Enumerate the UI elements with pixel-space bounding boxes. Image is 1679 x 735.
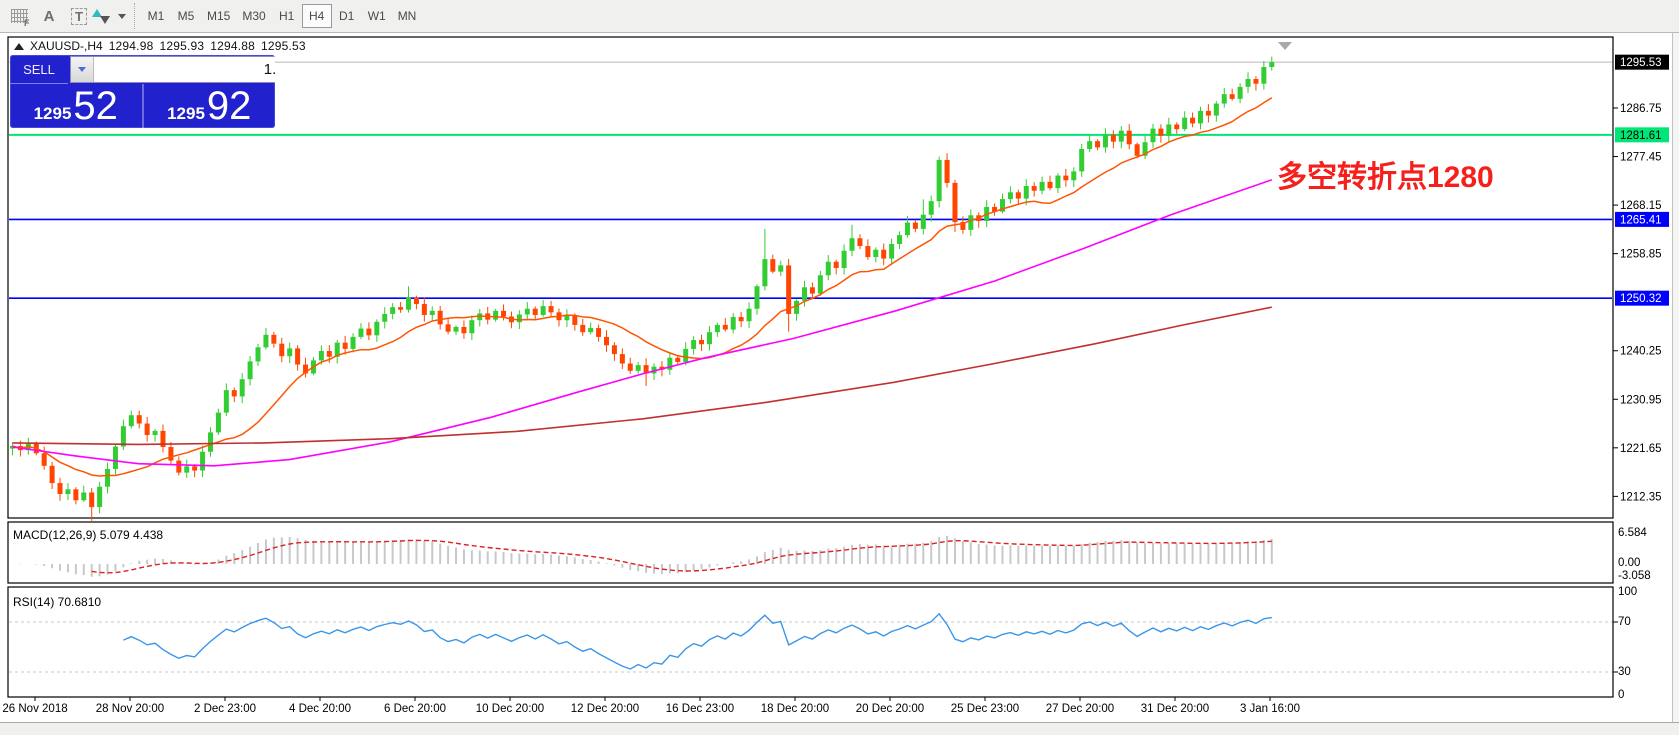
time-tick-label: 26 Nov 2018 xyxy=(2,703,67,715)
sell-price[interactable]: 1295 52 xyxy=(10,84,144,128)
tf-button-m5[interactable]: M5 xyxy=(171,4,201,28)
indicator-axis-label: 100 xyxy=(1618,586,1637,598)
level-price-badge-label: 1281.61 xyxy=(1620,130,1662,142)
symbol-timeframe-label: XAUUSD-,H4 xyxy=(30,39,103,53)
volume-input[interactable] xyxy=(94,57,275,82)
indicator-axis-label: 6.584 xyxy=(1618,527,1647,539)
price-tick-label: 1230.95 xyxy=(1620,394,1662,406)
chart-workspace: 1286.75 1277.45 1268.15 1258.85 1240.25 1230.… xyxy=(0,33,1679,735)
chart-canvas[interactable]: 1286.75 1277.45 1268.15 1258.85 1240.25 1230.… xyxy=(0,33,1679,735)
label-a-icon[interactable]: A xyxy=(34,3,64,29)
price-tick-label: 1240.25 xyxy=(1620,346,1662,358)
tf-button-d1[interactable]: D1 xyxy=(332,4,362,28)
price-tick-label: 1258.85 xyxy=(1620,249,1662,261)
buy-price-pips: 92 xyxy=(207,86,252,126)
price-tick-label: 1277.45 xyxy=(1620,152,1662,164)
indicator-axis: 6.584 0.00-3.058 100 70 30 0 xyxy=(1613,527,1651,701)
time-axis: 26 Nov 2018 28 Nov 20:00 2 Dec 23:00 4 Dec … xyxy=(2,697,1300,715)
tf-button-m30[interactable]: M30 xyxy=(236,4,271,28)
price-tick-label: 1268.15 xyxy=(1620,200,1662,212)
arrow-down-glyph xyxy=(100,16,110,24)
ohlc-open: 1294.98 xyxy=(109,39,154,53)
macd-label: MACD(12,26,9) 5.079 4.438 xyxy=(13,528,163,542)
time-tick-label: 12 Dec 20:00 xyxy=(571,703,639,715)
price-axis: 1286.75 1277.45 1268.15 1258.85 1240.25 1230.… xyxy=(1613,55,1669,504)
tf-button-m15[interactable]: M15 xyxy=(201,4,236,28)
tf-button-mn[interactable]: MN xyxy=(392,4,423,28)
symbol-triangle-icon xyxy=(14,43,24,50)
time-tick-label: 3 Jan 16:00 xyxy=(1240,703,1300,715)
ohlc-close: 1295.53 xyxy=(261,39,306,53)
time-tick-label: 18 Dec 20:00 xyxy=(761,703,829,715)
time-tick-label: 4 Dec 20:00 xyxy=(289,703,351,715)
time-tick-label: 31 Dec 20:00 xyxy=(1141,703,1209,715)
toolbar: F A T M1 M5 M15 M30 H1 H4 D1 W1 MN xyxy=(0,0,1679,33)
time-tick-label: 28 Nov 20:00 xyxy=(96,703,164,715)
text-t-icon[interactable]: T xyxy=(64,3,94,29)
time-tick-label: 20 Dec 20:00 xyxy=(856,703,924,715)
ohlc-low: 1294.88 xyxy=(210,39,255,53)
indicator-axis-label: 70 xyxy=(1618,616,1631,628)
spinner-down-icon xyxy=(78,67,86,72)
price-tick-label: 1212.35 xyxy=(1620,491,1662,503)
indicator-axis-label: 0.00 xyxy=(1618,557,1640,569)
one-click-trade-panel: SELL BUY 1295 52 1295 92 xyxy=(10,55,275,128)
current-price-badge-label: 1295.53 xyxy=(1620,57,1662,69)
tf-button-h1[interactable]: H1 xyxy=(272,4,302,28)
ohlc-high: 1295.93 xyxy=(159,39,204,53)
rsi-label: RSI(14) 70.6810 xyxy=(13,595,101,609)
text-t-glyph: T xyxy=(71,8,87,25)
chevron-down-icon xyxy=(118,14,126,19)
toolbar-separator xyxy=(134,3,135,29)
sell-price-pips: 52 xyxy=(73,86,118,126)
trend-annotation-text: 多空转折点1280 xyxy=(1277,152,1494,196)
indicator-axis-label: 0 xyxy=(1618,689,1624,701)
mt5-terminal: F A T M1 M5 M15 M30 H1 H4 D1 W1 MN 1286.… xyxy=(0,0,1679,735)
volume-decrease-button[interactable] xyxy=(71,57,94,82)
tf-button-h4-active[interactable]: H4 xyxy=(302,4,332,28)
price-tick-label: 1221.65 xyxy=(1620,443,1662,455)
sell-price-handle: 1295 xyxy=(34,104,72,124)
indicator-axis-label: -3.058 xyxy=(1618,570,1651,582)
time-tick-label: 27 Dec 20:00 xyxy=(1046,703,1114,715)
level-price-badge-label: 1265.41 xyxy=(1620,214,1662,226)
time-tick-label: 6 Dec 20:00 xyxy=(384,703,446,715)
arrow-objects-icon[interactable] xyxy=(94,3,124,29)
buy-price[interactable]: 1295 92 xyxy=(144,84,276,128)
sell-button[interactable]: SELL xyxy=(10,55,68,84)
grid-fibo-glyph: F xyxy=(11,9,28,23)
time-tick-label: 16 Dec 23:00 xyxy=(666,703,734,715)
indicator-axis-label: 30 xyxy=(1618,666,1631,678)
tf-button-m1[interactable]: M1 xyxy=(141,4,171,28)
window-right-edge xyxy=(1672,33,1679,722)
price-tick-label: 1286.75 xyxy=(1620,103,1662,115)
level-price-badge-label: 1250.32 xyxy=(1620,293,1662,305)
grid-fibo-icon[interactable]: F xyxy=(4,3,34,29)
time-tick-label: 25 Dec 23:00 xyxy=(951,703,1019,715)
chart-title: XAUUSD-,H4 1294.98 1295.93 1294.88 1295.… xyxy=(14,39,306,53)
buy-price-handle: 1295 xyxy=(167,104,205,124)
time-tick-label: 10 Dec 20:00 xyxy=(476,703,544,715)
time-tick-label: 2 Dec 23:00 xyxy=(194,703,256,715)
window-bottom-edge xyxy=(0,722,1679,735)
volume-group xyxy=(70,56,275,83)
tf-button-w1[interactable]: W1 xyxy=(362,4,392,28)
